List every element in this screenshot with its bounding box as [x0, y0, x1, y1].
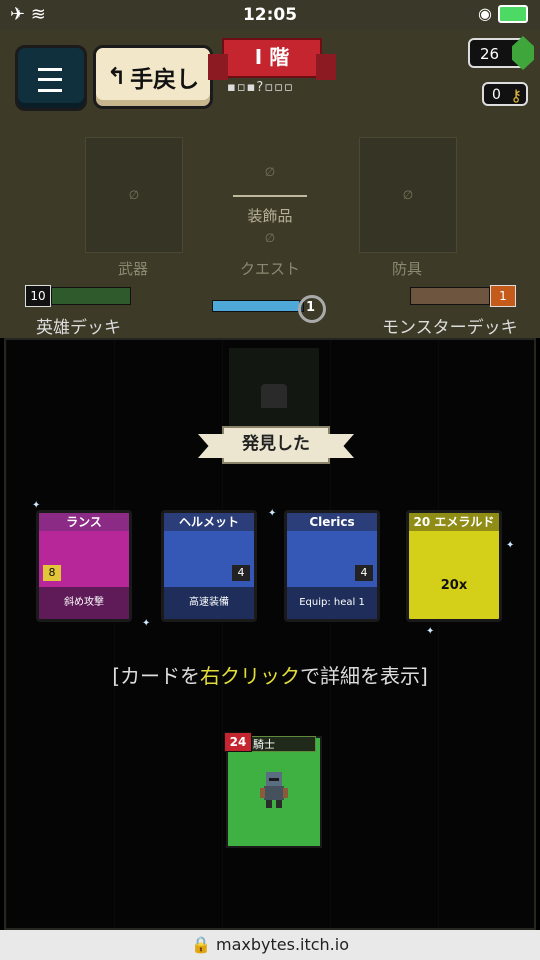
- knight-icon: [260, 772, 288, 808]
- weapon-label: 武器: [117, 260, 148, 278]
- reward-card-clerics-shield[interactable]: Clerics Shield 4 Equip: heal 1: [284, 510, 380, 622]
- card-desc: 斜め攻撃: [39, 587, 129, 619]
- weapon-slot[interactable]: ∅: [85, 137, 183, 253]
- status-time: 12:05: [242, 5, 298, 25]
- level-number: 1: [306, 300, 316, 315]
- weapon-empty-mark: ∅: [128, 188, 140, 202]
- hint-highlight: 右クリック: [200, 664, 300, 688]
- battery-icon: [498, 4, 528, 23]
- card-desc: 高速装備: [164, 587, 254, 619]
- accessory-empty-mark: ∅: [264, 165, 276, 179]
- floor-ribbon: I 階: [208, 38, 336, 80]
- floor-progress: ▪▫▪?▫▫▫: [227, 80, 294, 95]
- hero-deck[interactable]: 10: [25, 285, 131, 307]
- card-stat-badge: 4: [232, 565, 250, 581]
- hero-deck-bar: [51, 287, 131, 305]
- sparkle-icon: ✦: [426, 626, 435, 637]
- helmet-silhouette-icon: [261, 384, 287, 408]
- reward-card-lance[interactable]: ランス 8 斜め攻撃: [36, 510, 132, 622]
- dungeon-tile-ghost: [229, 348, 319, 432]
- card-title: 20 エメラルド: [409, 513, 499, 531]
- hero-deck-count: 10: [25, 285, 51, 307]
- hamburger-icon: [38, 68, 62, 92]
- game-board: 発見した ランス 8 斜め攻撃 ヘルメット 4 高速装備 Clerics Shi…: [4, 338, 536, 930]
- status-right-icons: ◉: [478, 4, 528, 23]
- hero-deck-label: 英雄デッキ: [36, 318, 121, 338]
- accessory-divider: [233, 195, 307, 197]
- armor-label: 防具: [391, 260, 422, 278]
- emerald-icon: [409, 531, 499, 585]
- sparkle-icon: ✦: [32, 500, 41, 511]
- card-title: Clerics Shield: [287, 513, 377, 547]
- undo-label: 手戻し: [130, 67, 200, 93]
- emerald-counter: 26: [468, 36, 534, 70]
- quest-slot[interactable]: ∅ 装飾品 ∅: [225, 165, 315, 255]
- hero-name: 騎士: [246, 736, 316, 752]
- sparkle-icon: ✦: [506, 540, 515, 551]
- card-desc: 20x: [409, 579, 499, 611]
- quest-label: クエスト: [239, 260, 300, 278]
- reward-card-emeralds[interactable]: 20 エメラルド 20x: [406, 510, 502, 622]
- armor-slot[interactable]: ∅: [359, 137, 457, 253]
- key-counter: 0 ⚷: [482, 82, 528, 106]
- sparkle-icon: ✦: [268, 508, 277, 519]
- emerald-icon: [512, 36, 534, 70]
- hero-knight-card[interactable]: 騎士 24: [224, 732, 322, 848]
- key-icon: ⚷: [510, 86, 522, 105]
- quest-empty-mark: ∅: [264, 231, 276, 245]
- monster-deck-count: 1: [490, 285, 516, 307]
- card-stat-badge: 4: [355, 565, 373, 581]
- card-title: ランス: [39, 513, 129, 531]
- url-text: maxbytes.itch.io: [216, 935, 349, 954]
- key-count: 0: [492, 87, 501, 103]
- sparkle-icon: ✦: [142, 618, 151, 629]
- found-banner: 発見した: [222, 426, 330, 464]
- undo-button[interactable]: ↰ 手戻し: [93, 45, 213, 109]
- monster-deck-label: モンスターデッキ: [382, 318, 518, 338]
- hud-top: ↰ 手戻し I 階 ▪▫▪?▫▫▫ 26 0 ⚷ ∅ 武器 ∅ 装飾品 ∅ クエ…: [0, 30, 540, 338]
- reward-card-helmet[interactable]: ヘルメット 4 高速装備: [161, 510, 257, 622]
- hero-hp: 24: [224, 732, 252, 752]
- undo-arrow-icon: ↰: [106, 64, 127, 90]
- lock-icon: 🔒: [190, 935, 211, 954]
- monster-deck-bar: [410, 287, 490, 305]
- hint-suffix: で詳細を表示]: [300, 664, 428, 688]
- hint-prefix: [カードを: [112, 664, 200, 688]
- right-click-hint: [カードを右クリックで詳細を表示]: [6, 660, 534, 689]
- card-title: ヘルメット: [164, 513, 254, 531]
- emerald-count: 26: [480, 45, 500, 63]
- status-bar: ✈ ≋ 12:05 ◉: [0, 0, 540, 30]
- accessory-label: 装飾品: [247, 207, 293, 225]
- lock-rotation-icon: ◉: [478, 4, 492, 23]
- card-desc: Equip: heal 1: [287, 587, 377, 619]
- card-cost-badge: 8: [43, 565, 61, 581]
- monster-deck[interactable]: 1: [410, 285, 516, 307]
- level-axe-icon: 1: [286, 287, 330, 331]
- browser-url-bar[interactable]: 🔒 maxbytes.itch.io: [0, 930, 540, 960]
- menu-button[interactable]: [15, 45, 87, 111]
- armor-empty-mark: ∅: [402, 188, 414, 202]
